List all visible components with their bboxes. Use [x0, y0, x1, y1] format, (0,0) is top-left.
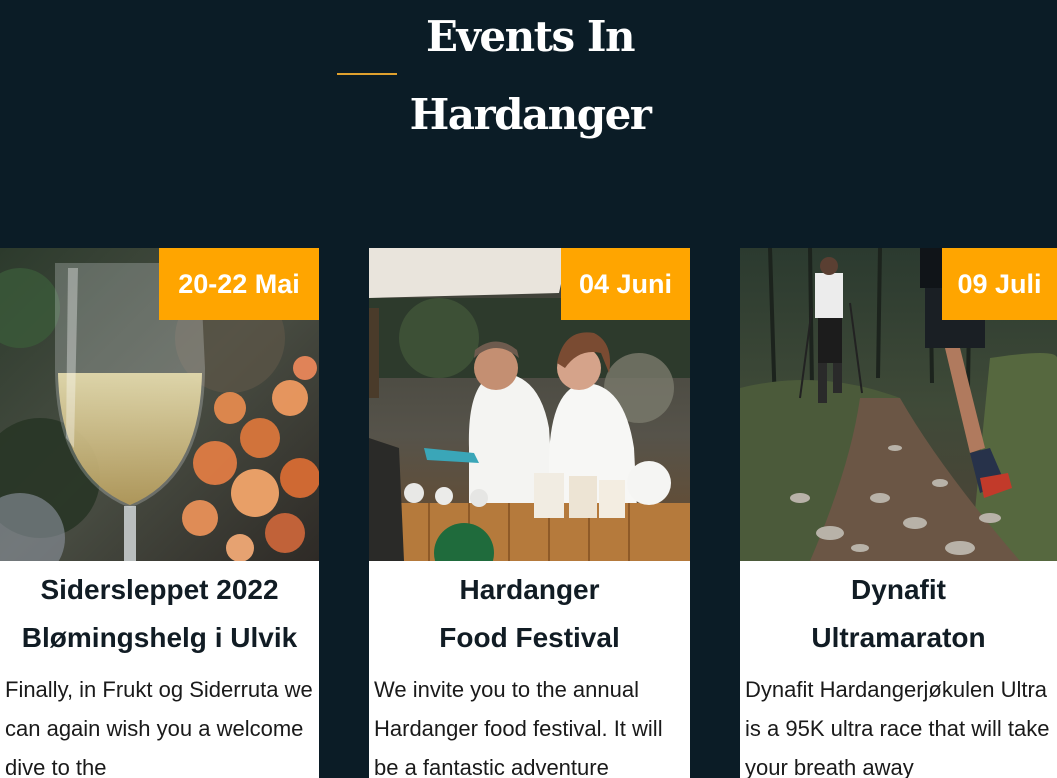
event-description: Dynafit Hardangerjøkulen Ultra is a 95K … — [745, 677, 1050, 778]
event-card-dynafit-ultramaraton[interactable]: 09 Juli Dynafit Ultramaraton Dynafit Har… — [740, 248, 1057, 778]
event-title[interactable]: Sidersleppet 2022 Blømingshelg i Ulvik — [0, 566, 319, 662]
event-title[interactable]: Dynafit Ultramaraton — [740, 566, 1057, 662]
event-description: Finally, in Frukt og Siderruta we can ag… — [5, 677, 313, 778]
event-title-line-1[interactable]: Hardanger — [369, 566, 690, 614]
section-header: Events In Hardanger — [0, 0, 1057, 240]
title-accent-line — [337, 73, 397, 75]
section-title-line-2: Hardanger — [409, 90, 652, 139]
event-card-food-festival[interactable]: 04 Juni Hardanger Food Festival We invit… — [369, 248, 690, 778]
event-description: We invite you to the annual Hardanger fo… — [374, 677, 663, 778]
event-title-line-1[interactable]: Dynafit — [740, 566, 1057, 614]
event-date-badge: 20-22 Mai — [159, 248, 319, 320]
event-title-line-2[interactable]: Food Festival — [369, 614, 690, 662]
event-card-sidersleppet[interactable]: 20-22 Mai Sidersleppet 2022 Blømingshelg… — [0, 248, 319, 778]
event-title[interactable]: Hardanger Food Festival — [369, 566, 690, 662]
event-title-line-1[interactable]: Sidersleppet 2022 — [0, 566, 319, 614]
event-date-badge: 09 Juli — [942, 248, 1057, 320]
event-title-line-2[interactable]: Blømingshelg i Ulvik — [0, 614, 319, 662]
event-title-line-2[interactable]: Ultramaraton — [740, 614, 1057, 662]
section-title-line-1: Events In — [425, 12, 636, 61]
event-date-badge: 04 Juni — [561, 248, 690, 320]
